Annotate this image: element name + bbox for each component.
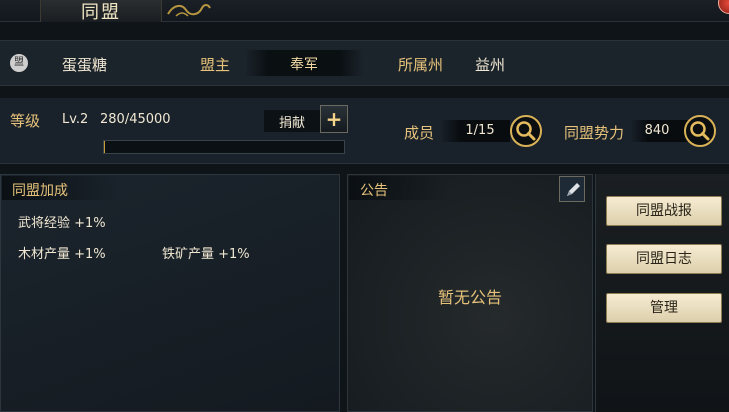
ornament-icon xyxy=(167,4,211,17)
power-value: 840 xyxy=(644,123,670,138)
header-row xyxy=(0,40,729,86)
power-label: 同盟势力 xyxy=(564,124,625,142)
search-icon xyxy=(690,121,710,141)
state-label: 所属州 xyxy=(398,56,444,74)
leader-label: 盟主 xyxy=(200,56,231,74)
donate-plus-button[interactable]: + xyxy=(320,105,348,133)
level-label: 等级 xyxy=(10,112,41,130)
bonus-panel xyxy=(0,174,340,412)
search-icon xyxy=(516,121,536,141)
alliance-emblem: 盟 xyxy=(10,54,28,72)
power-search-button[interactable] xyxy=(684,115,716,147)
members-value: 1/15 xyxy=(465,123,495,138)
exp-progress-bar xyxy=(103,140,345,154)
edit-icon xyxy=(567,183,580,196)
members-search-button[interactable] xyxy=(510,115,542,147)
bonus-item-iron: 铁矿产量 +1% xyxy=(162,247,250,262)
notice-edit-button[interactable] xyxy=(559,176,585,202)
leader-value[interactable]: 奉军 xyxy=(245,54,363,74)
notice-empty-text: 暂无公告 xyxy=(437,288,502,307)
donate-label: 捐献 xyxy=(278,116,305,131)
alliance-log-button[interactable]: 同盟日志 xyxy=(606,244,722,274)
level-value: Lv.2 xyxy=(62,112,89,127)
manage-button[interactable]: 管理 xyxy=(606,293,722,323)
battle-report-button[interactable]: 同盟战报 xyxy=(606,196,722,226)
exp-progress-fill xyxy=(104,141,105,153)
notice-title: 公告 xyxy=(360,183,388,199)
bonus-title: 同盟加成 xyxy=(12,183,68,199)
bonus-item-wood: 木材产量 +1% xyxy=(18,247,106,262)
state-value: 益州 xyxy=(475,56,506,74)
bonus-item-general-exp: 武将经验 +1% xyxy=(18,216,106,231)
page-title: 同盟 xyxy=(81,2,121,23)
members-label: 成员 xyxy=(404,124,435,142)
exp-value: 280/45000 xyxy=(100,112,171,127)
alliance-name: 蛋蛋糖 xyxy=(62,56,108,74)
